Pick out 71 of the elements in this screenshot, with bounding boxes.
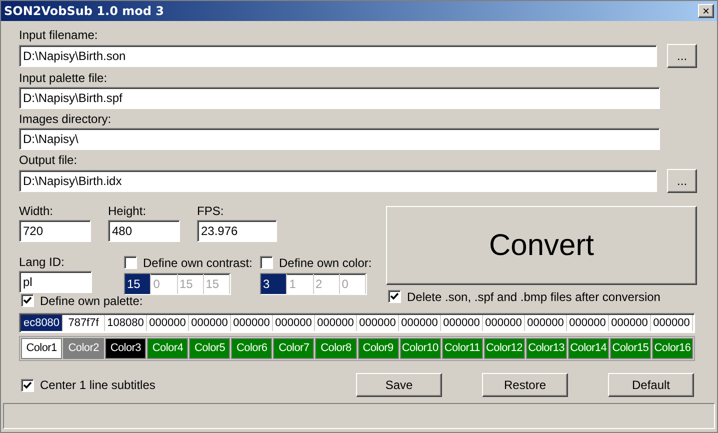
color-swatch[interactable]: Color15: [610, 338, 651, 359]
hex-cell[interactable]: 000000: [525, 315, 567, 331]
path-field[interactable]: D:\Napisy\Birth.idx: [19, 170, 658, 192]
browse-button[interactable]: ...: [667, 44, 697, 68]
checkbox-label: Define own contrast:: [143, 256, 252, 268]
color-swatch[interactable]: Color7: [273, 338, 314, 359]
color-swatch[interactable]: Color1: [21, 338, 62, 359]
number-field[interactable]: 480: [108, 220, 180, 242]
checkbox[interactable]: [388, 290, 401, 303]
color-swatch[interactable]: Color3: [105, 338, 146, 359]
field-label: Height:: [108, 205, 148, 217]
hex-cell[interactable]: 000000: [651, 315, 693, 331]
number-field[interactable]: 720: [19, 220, 91, 242]
field-label: Width:: [19, 205, 54, 217]
action-button[interactable]: Restore: [482, 373, 568, 397]
path-field[interactable]: D:\Napisy\Birth.son: [19, 45, 658, 67]
field-label: Input palette file:: [19, 72, 108, 84]
hex-cell[interactable]: 000000: [567, 315, 609, 331]
checkbox[interactable]: [124, 256, 137, 269]
field-label: Input filename:: [19, 29, 99, 41]
checkbox[interactable]: [21, 378, 34, 392]
checkbox[interactable]: [21, 294, 34, 307]
hex-cell[interactable]: 000000: [609, 315, 651, 331]
hex-cell[interactable]: 108080: [105, 315, 147, 331]
color-swatch[interactable]: Color10: [400, 338, 441, 359]
value-cell[interactable]: 15: [125, 274, 152, 294]
hex-cell[interactable]: 000000: [441, 315, 483, 331]
number-field[interactable]: 23.976: [197, 220, 277, 242]
color-swatch[interactable]: Color16: [652, 338, 693, 359]
color-swatch[interactable]: Color11: [442, 338, 483, 359]
hex-cell[interactable]: 000000: [357, 315, 399, 331]
check-icon: [390, 292, 399, 301]
hex-cell[interactable]: 000000: [399, 315, 441, 331]
color-swatch[interactable]: Color2: [63, 338, 104, 359]
color-swatch[interactable]: Color14: [568, 338, 609, 359]
action-button[interactable]: Save: [356, 373, 442, 397]
color-swatch[interactable]: Color12: [484, 338, 525, 359]
checkbox-label: Define own color:: [279, 256, 372, 268]
color-swatch[interactable]: Color9: [358, 338, 399, 359]
checkbox-label: Center 1 line subtitles: [40, 379, 156, 391]
hex-cell[interactable]: ec8080: [21, 315, 63, 331]
checkbox[interactable]: [260, 256, 273, 269]
hex-cell[interactable]: 787f7f: [63, 315, 105, 331]
browse-button[interactable]: ...: [667, 169, 697, 193]
text-field[interactable]: pl: [19, 271, 92, 293]
hex-cell[interactable]: 000000: [189, 315, 231, 331]
hex-cell[interactable]: 000000: [273, 315, 315, 331]
color-swatch[interactable]: Color5: [189, 338, 230, 359]
path-field[interactable]: D:\Napisy\Birth.spf: [19, 87, 660, 109]
hex-cell[interactable]: 000000: [315, 315, 357, 331]
color-swatch[interactable]: Color6: [231, 338, 272, 359]
field-label: FPS:: [197, 205, 225, 217]
path-field[interactable]: D:\Napisy\: [19, 128, 660, 150]
field-label: Output file:: [19, 154, 78, 166]
checkbox-label: Define own palette:: [40, 294, 143, 306]
checkbox-label: Delete .son, .spf and .bmp files after conversion: [407, 290, 660, 302]
action-button[interactable]: Default: [608, 373, 694, 397]
color-swatch[interactable]: Color13: [526, 338, 567, 359]
check-icon: [23, 380, 32, 390]
field-label: Images directory:: [19, 113, 112, 125]
field-label: Lang ID:: [19, 256, 66, 268]
hex-cell[interactable]: 000000: [483, 315, 525, 331]
window-title: SON2VobSub 1.0 mod 3: [4, 3, 164, 20]
hex-cell[interactable]: 000000: [231, 315, 273, 331]
color-swatch[interactable]: Color8: [315, 338, 356, 359]
value-cell[interactable]: 3: [261, 274, 288, 294]
check-icon: [23, 296, 32, 305]
hex-cell[interactable]: 000000: [147, 315, 189, 331]
color-swatch[interactable]: Color4: [147, 338, 188, 359]
convert-button[interactable]: Convert: [386, 206, 697, 285]
close-button[interactable]: ×: [698, 4, 714, 18]
